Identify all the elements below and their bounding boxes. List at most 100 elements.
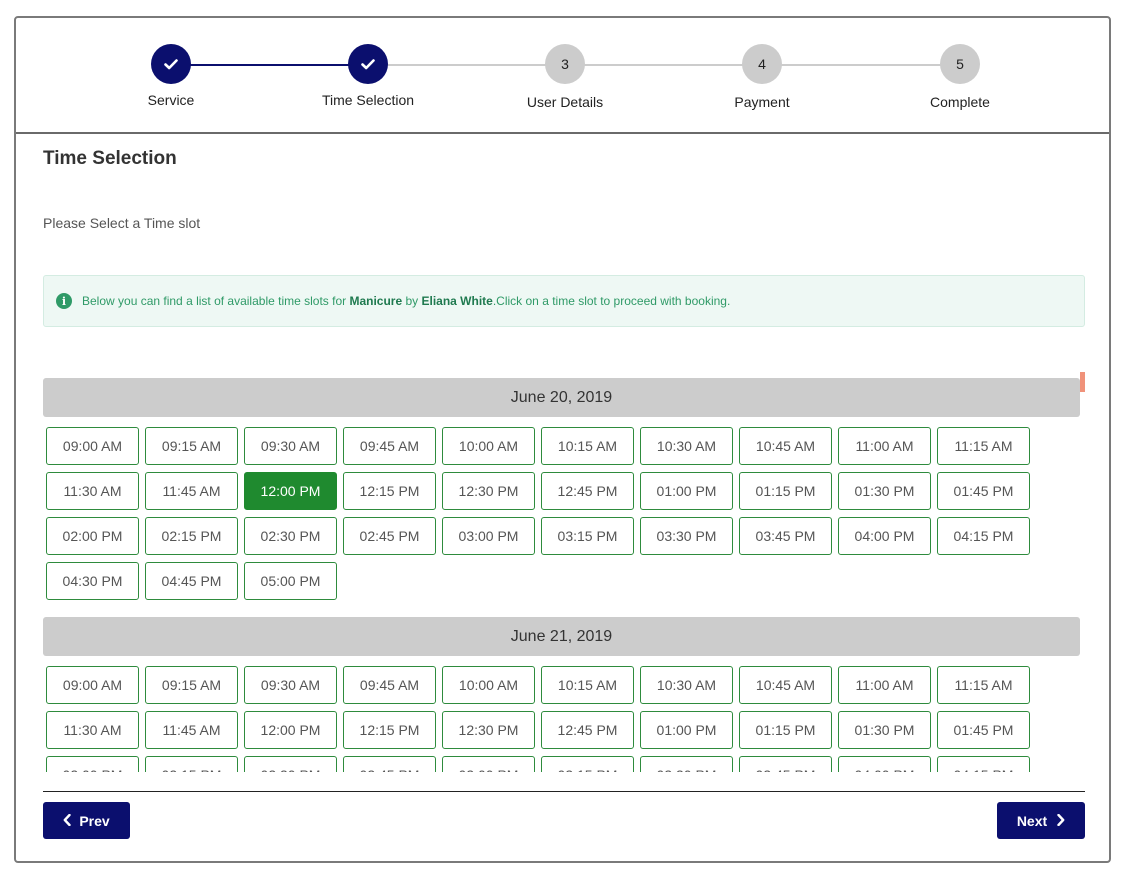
step-label: Time Selection (321, 92, 415, 108)
time-slot[interactable]: 03:15 PM (541, 756, 634, 772)
time-slot[interactable]: 03:30 PM (640, 756, 733, 772)
time-slot[interactable]: 03:45 PM (739, 517, 832, 555)
time-slot[interactable]: 11:30 AM (46, 711, 139, 749)
time-slot[interactable]: 04:30 PM (46, 562, 139, 600)
time-slot[interactable]: 09:15 AM (145, 427, 238, 465)
time-slot[interactable]: 04:00 PM (838, 517, 931, 555)
info-text: Below you can find a list of available t… (82, 294, 731, 308)
progress-stepper: Service Time Selection 3 User Details 4 … (16, 18, 1109, 134)
day-header: June 20, 2019 (43, 378, 1080, 417)
time-slot[interactable]: 12:00 PM (244, 711, 337, 749)
footer-divider (43, 791, 1085, 792)
step-number: 5 (940, 44, 980, 84)
day-group: June 21, 2019 09:00 AM 09:15 AM 09:30 AM 09:… (43, 617, 1087, 772)
time-slot[interactable]: 12:45 PM (541, 711, 634, 749)
step-label: User Details (526, 94, 604, 110)
time-slot[interactable]: 10:45 AM (739, 427, 832, 465)
prev-label: Prev (79, 812, 110, 829)
step-service: Service (91, 44, 251, 108)
step-time-selection: Time Selection (288, 44, 448, 108)
time-slot[interactable]: 05:00 PM (244, 562, 337, 600)
next-label: Next (1016, 812, 1048, 829)
step-payment: 4 Payment (682, 44, 842, 110)
time-slot[interactable]: 03:15 PM (541, 517, 634, 555)
next-button[interactable]: Next (997, 802, 1085, 839)
time-slot[interactable]: 10:00 AM (442, 427, 535, 465)
slot-grid: 09:00 AM 09:15 AM 09:30 AM 09:45 AM 10:00 AM… (43, 427, 1046, 607)
time-slot[interactable]: 02:30 PM (244, 756, 337, 772)
check-icon (348, 44, 388, 84)
time-slot[interactable]: 01:45 PM (937, 472, 1030, 510)
time-slot[interactable]: 11:00 AM (838, 427, 931, 465)
time-slot[interactable]: 04:15 PM (937, 756, 1030, 772)
page-subtitle: Please Select a Time slot (43, 215, 201, 231)
info-icon: i (56, 293, 72, 309)
time-slot[interactable]: 02:45 PM (343, 756, 436, 772)
time-slot[interactable]: 09:45 AM (343, 427, 436, 465)
time-slot[interactable]: 01:00 PM (640, 472, 733, 510)
time-slot[interactable]: 09:00 AM (46, 427, 139, 465)
time-slot[interactable]: 02:30 PM (244, 517, 337, 555)
time-slot[interactable]: 10:45 AM (739, 666, 832, 704)
time-slot[interactable]: 03:00 PM (442, 517, 535, 555)
time-slot[interactable]: 01:45 PM (937, 711, 1030, 749)
time-slot[interactable]: 12:30 PM (442, 472, 535, 510)
time-slot[interactable]: 01:30 PM (838, 711, 931, 749)
time-slot[interactable]: 01:15 PM (739, 472, 832, 510)
time-slot[interactable]: 03:00 PM (442, 756, 535, 772)
time-slot[interactable]: 03:45 PM (739, 756, 832, 772)
time-slot[interactable]: 12:45 PM (541, 472, 634, 510)
time-slot[interactable]: 09:30 AM (244, 666, 337, 704)
time-slot[interactable]: 04:00 PM (838, 756, 931, 772)
time-slot[interactable]: 09:45 AM (343, 666, 436, 704)
time-slot[interactable]: 02:45 PM (343, 517, 436, 555)
time-slot[interactable]: 02:00 PM (46, 517, 139, 555)
check-icon (151, 44, 191, 84)
day-header: June 21, 2019 (43, 617, 1080, 656)
step-number: 4 (742, 44, 782, 84)
stepper-line-pending (368, 64, 960, 66)
time-slot[interactable]: 02:15 PM (145, 756, 238, 772)
time-slot[interactable]: 10:30 AM (640, 666, 733, 704)
time-slot[interactable]: 01:30 PM (838, 472, 931, 510)
time-slot[interactable]: 11:15 AM (937, 427, 1030, 465)
time-slot[interactable]: 01:15 PM (739, 711, 832, 749)
booking-card: Service Time Selection 3 User Details 4 … (14, 16, 1111, 863)
page-title: Time Selection (43, 148, 177, 169)
step-user-details: 3 User Details (485, 44, 645, 110)
time-slot[interactable]: 10:30 AM (640, 427, 733, 465)
chevron-left-icon (63, 813, 72, 829)
time-slot-selected[interactable]: 12:00 PM (244, 472, 337, 510)
time-slot[interactable]: 10:15 AM (541, 427, 634, 465)
time-slot[interactable]: 11:30 AM (46, 472, 139, 510)
time-slot[interactable]: 11:45 AM (145, 472, 238, 510)
time-slot[interactable]: 02:15 PM (145, 517, 238, 555)
time-slot[interactable]: 03:30 PM (640, 517, 733, 555)
time-slot[interactable]: 04:15 PM (937, 517, 1030, 555)
info-alert: i Below you can find a list of available… (43, 275, 1085, 327)
time-slot[interactable]: 04:45 PM (145, 562, 238, 600)
time-slot[interactable]: 09:30 AM (244, 427, 337, 465)
time-slot[interactable]: 09:15 AM (145, 666, 238, 704)
time-slot[interactable]: 10:15 AM (541, 666, 634, 704)
time-slot[interactable]: 12:15 PM (343, 711, 436, 749)
time-slot[interactable]: 11:15 AM (937, 666, 1030, 704)
staff-name: Eliana White (421, 294, 493, 308)
time-slot[interactable]: 10:00 AM (442, 666, 535, 704)
step-label: Payment (734, 94, 790, 110)
day-group: June 20, 2019 09:00 AM 09:15 AM 09:30 AM 09:… (43, 378, 1087, 607)
time-slots-list[interactable]: June 20, 2019 09:00 AM 09:15 AM 09:30 AM 09:… (43, 378, 1087, 772)
time-slot[interactable]: 12:30 PM (442, 711, 535, 749)
time-slot[interactable]: 02:00 PM (46, 756, 139, 772)
step-label: Complete (930, 94, 990, 110)
prev-button[interactable]: Prev (43, 802, 130, 839)
time-slot[interactable]: 09:00 AM (46, 666, 139, 704)
time-slot[interactable]: 01:00 PM (640, 711, 733, 749)
step-complete: 5 Complete (880, 44, 1040, 110)
time-slot[interactable]: 11:00 AM (838, 666, 931, 704)
chevron-right-icon (1057, 813, 1065, 829)
service-name: Manicure (349, 294, 403, 308)
time-slot[interactable]: 12:15 PM (343, 472, 436, 510)
time-slot[interactable]: 11:45 AM (145, 711, 238, 749)
step-label: Service (147, 92, 195, 108)
